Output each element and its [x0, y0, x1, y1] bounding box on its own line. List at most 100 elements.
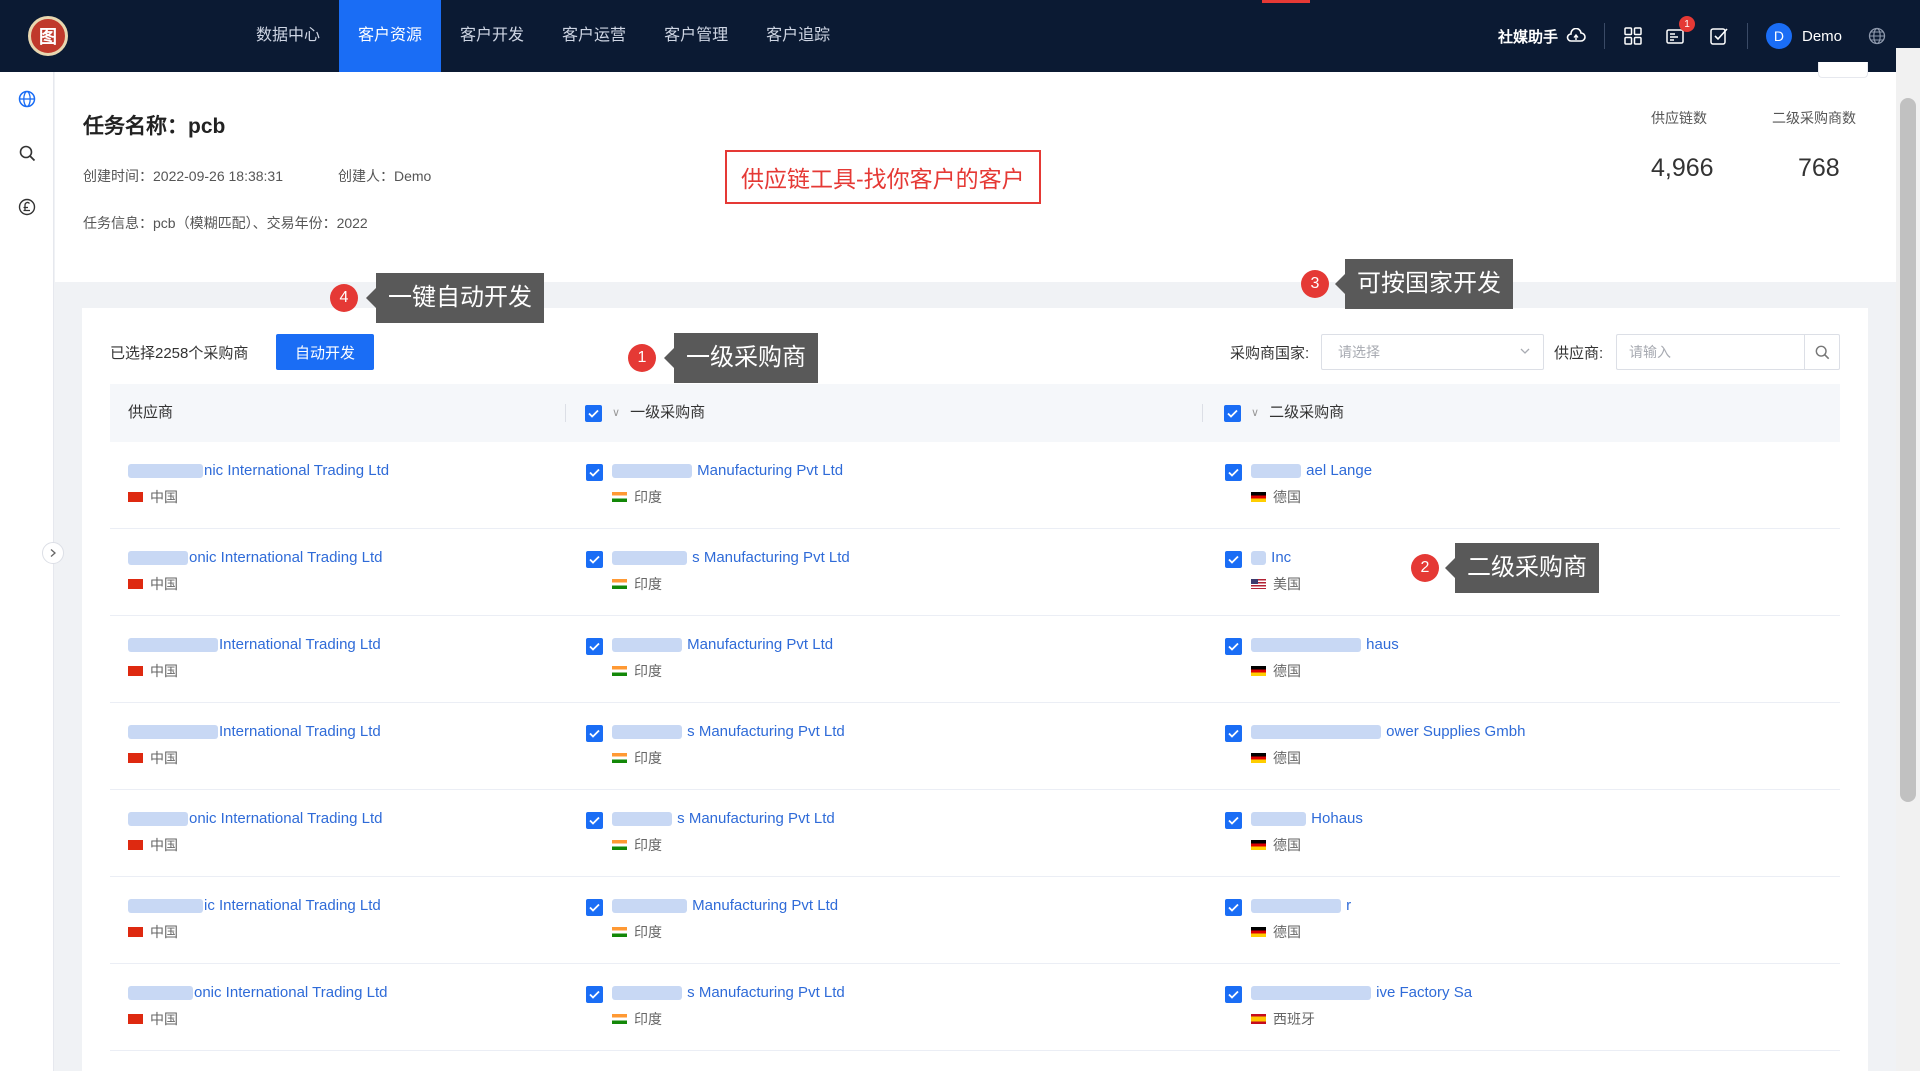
tasks-button[interactable]	[1709, 26, 1729, 46]
notification-badge: 1	[1678, 16, 1695, 32]
social-assistant-button[interactable]: 社媒助手	[1498, 26, 1586, 47]
check-icon	[1228, 990, 1239, 999]
page-scrollbar[interactable]	[1896, 48, 1920, 1071]
buyer1-checkbox[interactable]	[586, 899, 603, 916]
buyer1-name-link[interactable]: s Manufacturing Pvt Ltd	[612, 549, 850, 566]
supplier-name-link[interactable]: nic International Trading Ltd	[128, 462, 389, 479]
buyer2-name-link[interactable]: haus	[1251, 636, 1399, 653]
flag-cn-icon	[128, 492, 143, 502]
buyer1-checkbox[interactable]	[586, 812, 603, 829]
flag-in-icon	[612, 492, 627, 502]
buyer1-name-link[interactable]: s Manufacturing Pvt Ltd	[612, 984, 845, 1001]
rail-globe-button[interactable]	[14, 86, 40, 112]
supplier-name-link[interactable]: onic International Trading Ltd	[128, 549, 382, 566]
buyer2-checkbox[interactable]	[1225, 725, 1242, 742]
buyer1-country: 印度	[612, 661, 833, 681]
redacted-text	[128, 986, 193, 1001]
buyer1-checkbox[interactable]	[586, 464, 603, 481]
buyer1-name-link[interactable]: Manufacturing Pvt Ltd	[612, 897, 838, 914]
supplier-search-button[interactable]	[1804, 334, 1840, 370]
nav-item-data-center[interactable]: 数据中心	[237, 0, 339, 72]
rail-currency-button[interactable]	[14, 194, 40, 220]
check-icon	[588, 409, 599, 418]
supplier-name-link[interactable]: onic International Trading Ltd	[128, 810, 382, 827]
redacted-text	[1251, 899, 1341, 914]
nav-item-customer-development[interactable]: 客户开发	[441, 0, 543, 72]
buyer1-name-link[interactable]: s Manufacturing Pvt Ltd	[612, 810, 835, 827]
supplier-name-link[interactable]: International Trading Ltd	[128, 723, 381, 740]
buyer2-name-link[interactable]: ael Lange	[1251, 462, 1372, 479]
buyer2-name-link[interactable]: ive Factory Sa	[1251, 984, 1472, 1001]
buyer1-name: Manufacturing Pvt Ltd	[697, 462, 844, 479]
sidebar-expand-button[interactable]	[42, 542, 64, 564]
buyer2-cell: r 德国	[1251, 897, 1351, 942]
buyer1-country-label: 印度	[634, 663, 662, 679]
check-icon	[1228, 729, 1239, 738]
buyer1-name: s Manufacturing Pvt Ltd	[692, 549, 850, 566]
redacted-text	[128, 812, 188, 827]
user-menu[interactable]: D Demo	[1765, 23, 1842, 49]
buyer1-name-link[interactable]: Manufacturing Pvt Ltd	[612, 462, 843, 479]
auto-develop-button[interactable]: 自动开发	[276, 334, 374, 370]
buyer2-checkbox[interactable]	[1225, 638, 1242, 655]
buyer1-checkbox[interactable]	[586, 725, 603, 742]
nav-item-customer-management[interactable]: 客户管理	[645, 0, 747, 72]
table-body: nic International Trading Ltd 中国 Manufact…	[110, 442, 1840, 1051]
globe-icon	[1868, 27, 1886, 45]
supplier-search-input[interactable]	[1616, 334, 1804, 370]
country-select[interactable]: 请选择	[1321, 334, 1544, 370]
language-button[interactable]	[1868, 27, 1886, 45]
buyer2-checkbox[interactable]	[1225, 986, 1242, 1003]
supplier-name-link[interactable]: ic International Trading Ltd	[128, 897, 381, 914]
chevron-down-icon[interactable]: ∨	[1251, 384, 1259, 442]
buyer2-name-link[interactable]: r	[1251, 897, 1351, 914]
rail-search-button[interactable]	[14, 140, 40, 166]
buyer2-checkbox[interactable]	[1225, 551, 1242, 568]
supplier-country: 中国	[128, 487, 389, 507]
messages-button[interactable]: 1	[1665, 16, 1695, 46]
edit-check-icon	[1710, 28, 1728, 45]
buyer2-checkbox[interactable]	[1225, 464, 1242, 481]
buyer2-name: ive Factory Sa	[1376, 984, 1473, 1001]
buyer2-country-label: 德国	[1273, 489, 1301, 505]
redacted-text	[1251, 725, 1381, 740]
buyer2-name-link[interactable]: ower Supplies Gmbh	[1251, 723, 1525, 740]
app-logo[interactable]: 图	[28, 16, 68, 56]
buyer2-name-link[interactable]: Inc	[1251, 549, 1301, 566]
buyer1-country-label: 印度	[634, 489, 662, 505]
buyer2-checkbox[interactable]	[1225, 899, 1242, 916]
supplier-country: 中国	[128, 574, 382, 594]
buyer1-name-link[interactable]: Manufacturing Pvt Ltd	[612, 636, 833, 653]
check-icon	[1228, 468, 1239, 477]
buyer1-cell: Manufacturing Pvt Ltd 印度	[612, 897, 838, 942]
supplier-name-link[interactable]: International Trading Ltd	[128, 636, 381, 653]
supplier-country: 中国	[128, 835, 382, 855]
select-all-buyer2-checkbox[interactable]	[1224, 404, 1241, 422]
buyer1-checkbox[interactable]	[586, 638, 603, 655]
flag-de-icon	[1251, 753, 1266, 763]
scrollbar-thumb[interactable]	[1900, 98, 1916, 802]
redacted-text	[612, 812, 672, 827]
chevron-down-icon[interactable]: ∨	[612, 384, 620, 442]
buyer2-checkbox[interactable]	[1225, 812, 1242, 829]
buyer2-name-link[interactable]: Hohaus	[1251, 810, 1363, 827]
annotation-number-1: 1	[628, 344, 656, 372]
supplier-name-link[interactable]: onic International Trading Ltd	[128, 984, 387, 1001]
nav-item-customer-operations[interactable]: 客户运营	[543, 0, 645, 72]
redacted-text	[612, 464, 692, 479]
annotation-second-buyer: 二级采购商	[1445, 543, 1599, 593]
supplier-cell: International Trading Ltd 中国	[128, 723, 381, 768]
buyer2-name: r	[1346, 897, 1352, 914]
buyer1-name-link[interactable]: s Manufacturing Pvt Ltd	[612, 723, 845, 740]
buyer1-checkbox[interactable]	[586, 986, 603, 1003]
chevron-down-icon	[1519, 335, 1531, 369]
check-icon	[589, 555, 600, 564]
flag-de-icon	[1251, 666, 1266, 676]
buyer1-country: 印度	[612, 922, 838, 942]
apps-button[interactable]	[1623, 26, 1643, 46]
nav-item-customer-resources[interactable]: 客户资源	[339, 0, 442, 72]
nav-item-customer-tracking[interactable]: 客户追踪	[747, 0, 849, 72]
select-all-buyer1-checkbox[interactable]	[585, 404, 602, 422]
buyer1-checkbox[interactable]	[586, 551, 603, 568]
header-buyer2: ∨ 二级采购商	[1224, 384, 1344, 442]
